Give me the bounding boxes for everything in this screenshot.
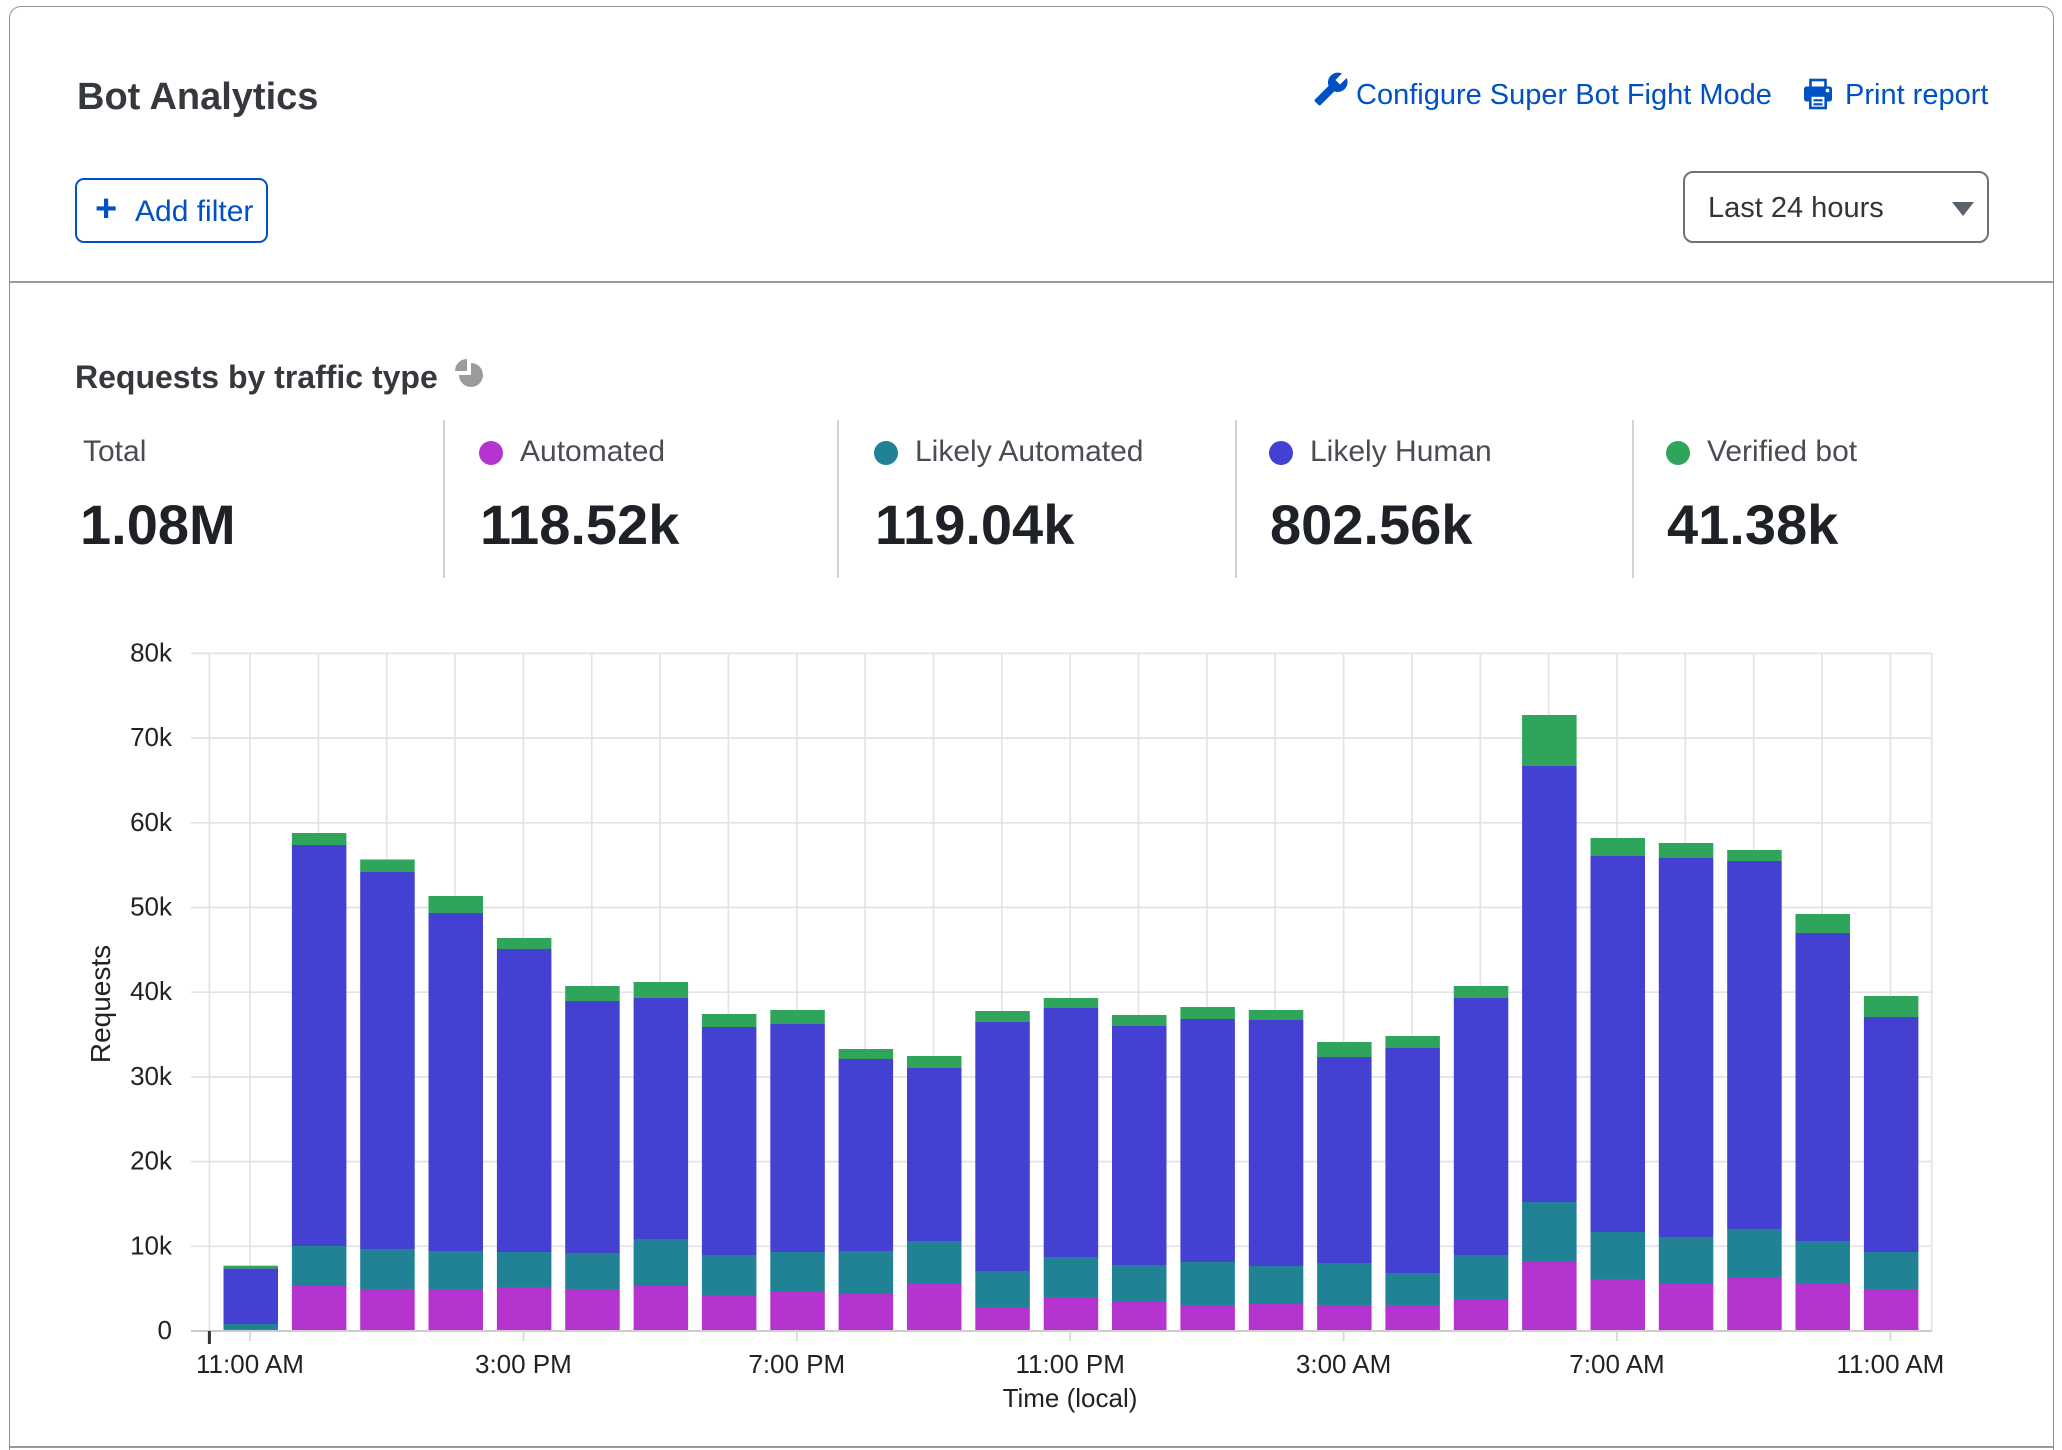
svg-text:40k: 40k	[130, 976, 173, 1006]
svg-text:30k: 30k	[130, 1061, 173, 1091]
svg-text:7:00 AM: 7:00 AM	[1569, 1349, 1664, 1379]
svg-text:60k: 60k	[130, 807, 173, 837]
svg-text:80k: 80k	[130, 637, 173, 667]
svg-text:3:00 PM: 3:00 PM	[475, 1349, 572, 1379]
svg-text:20k: 20k	[130, 1146, 173, 1176]
svg-text:3:00 AM: 3:00 AM	[1296, 1349, 1391, 1379]
svg-text:11:00 AM: 11:00 AM	[196, 1349, 304, 1379]
svg-text:50k: 50k	[130, 892, 173, 922]
svg-text:Time (local): Time (local)	[1003, 1383, 1138, 1413]
svg-text:70k: 70k	[130, 722, 173, 752]
svg-text:7:00 PM: 7:00 PM	[748, 1349, 845, 1379]
svg-text:11:00 AM: 11:00 AM	[1836, 1349, 1944, 1379]
svg-text:10k: 10k	[130, 1230, 173, 1260]
svg-text:0: 0	[158, 1315, 172, 1345]
svg-text:Requests: Requests	[85, 945, 116, 1063]
svg-text:11:00 PM: 11:00 PM	[1016, 1349, 1125, 1379]
